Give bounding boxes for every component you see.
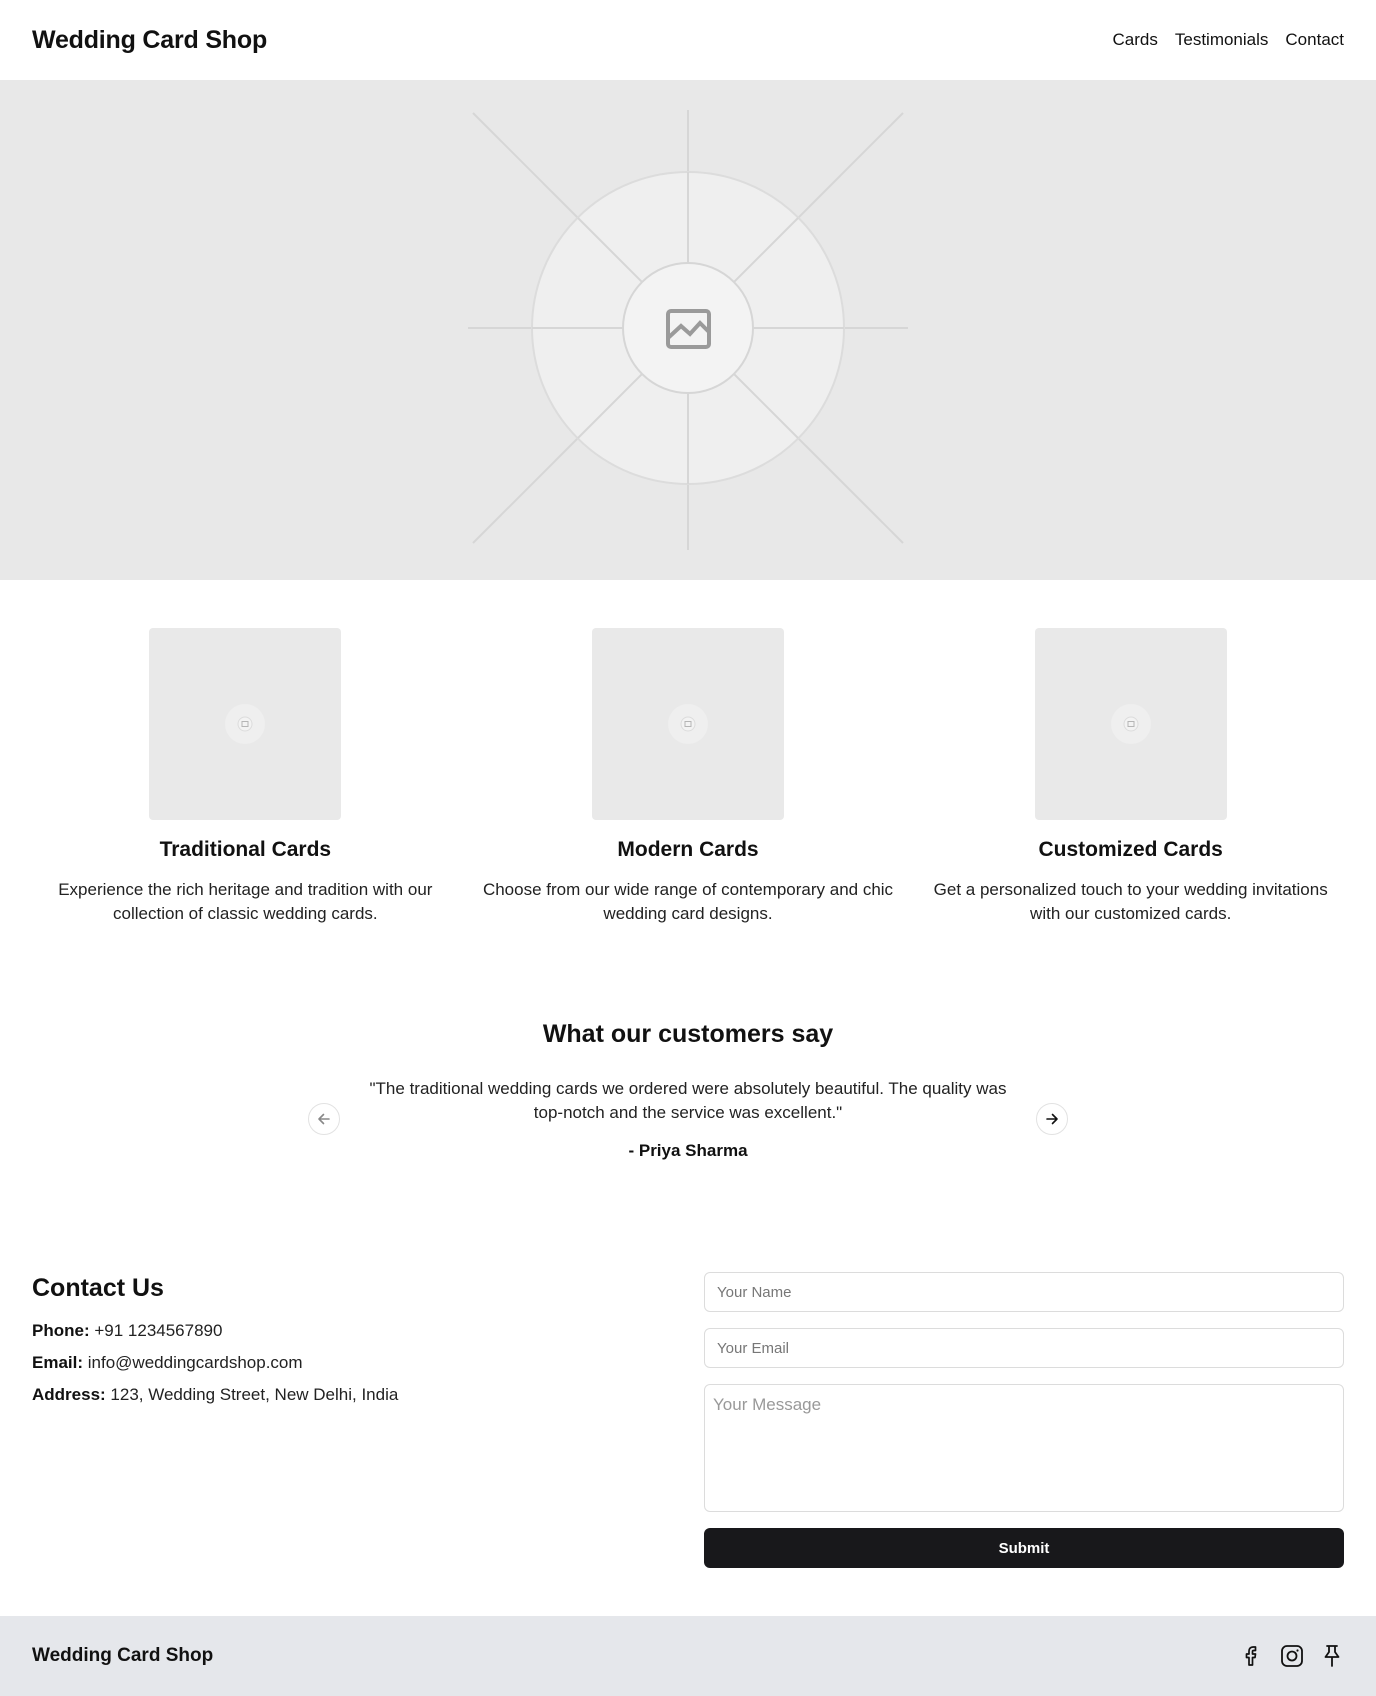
testimonial-author: - Priya Sharma [628, 1141, 748, 1160]
card-modern[interactable]: Modern Cards Choose from our wide range … [467, 628, 910, 926]
contact-address: Address: 123, Wedding Street, New Delhi,… [32, 1385, 652, 1404]
card-image-placeholder [1034, 628, 1227, 820]
main-nav: Cards Testimonials Contact [1113, 30, 1345, 50]
carousel-prev-button[interactable] [308, 1103, 340, 1135]
image-icon [1110, 704, 1151, 744]
testimonials-title: What our customers say [542, 1020, 834, 1048]
nav-link-contact[interactable]: Contact [1285, 30, 1344, 50]
email-value: info@weddingcardshop.com [87, 1353, 303, 1372]
contact-email: Email: info@weddingcardshop.com [32, 1353, 652, 1372]
testimonial-quote: "The traditional wedding cards we ordere… [369, 1079, 1007, 1122]
arrow-right-icon [1046, 1113, 1058, 1125]
pin-icon[interactable] [1320, 1644, 1344, 1668]
instagram-icon[interactable] [1280, 1644, 1304, 1668]
phone-value: +91 1234567890 [94, 1321, 223, 1340]
arrow-left-icon [318, 1113, 330, 1125]
message-textarea[interactable] [704, 1384, 1344, 1512]
card-image-placeholder [592, 628, 784, 820]
site-footer: Wedding Card Shop [0, 1616, 1376, 1696]
card-customized[interactable]: Customized Cards Get a personalized touc… [909, 628, 1352, 926]
contact-info: Contact Us Phone: +91 1234567890 Email: … [32, 1272, 652, 1568]
image-icon [225, 704, 266, 744]
card-categories: Traditional Cards Experience the rich he… [24, 628, 1352, 926]
contact-form: Submit [704, 1272, 1344, 1568]
card-title: Modern Cards [617, 838, 759, 861]
social-links [1240, 1644, 1344, 1668]
card-title: Customized Cards [1038, 838, 1223, 861]
brand-logo[interactable]: Wedding Card Shop [32, 26, 267, 55]
testimonial-carousel: "The traditional wedding cards we ordere… [308, 1077, 1068, 1161]
card-traditional[interactable]: Traditional Cards Experience the rich he… [24, 628, 467, 926]
image-icon [668, 704, 708, 744]
testimonials-section: What our customers say "The traditional … [0, 1020, 1376, 1161]
contact-section: Contact Us Phone: +91 1234567890 Email: … [32, 1272, 1344, 1568]
footer-brand: Wedding Card Shop [32, 1645, 214, 1666]
site-header: Wedding Card Shop Cards Testimonials Con… [0, 0, 1376, 80]
address-label: Address: [32, 1385, 106, 1404]
email-input[interactable] [704, 1328, 1344, 1368]
facebook-icon[interactable] [1240, 1644, 1264, 1668]
email-label: Email: [32, 1353, 84, 1372]
card-description: Choose from our wide range of contempora… [482, 880, 894, 923]
hero-image-placeholder [0, 80, 1376, 580]
card-image-placeholder [149, 628, 342, 820]
card-title: Traditional Cards [159, 838, 332, 861]
nav-link-testimonials[interactable]: Testimonials [1175, 30, 1269, 50]
carousel-next-button[interactable] [1036, 1103, 1068, 1135]
hero-placeholder-graphic [468, 110, 908, 550]
contact-phone: Phone: +91 1234567890 [32, 1321, 652, 1340]
phone-label: Phone: [32, 1321, 90, 1340]
card-description: Experience the rich heritage and traditi… [58, 880, 433, 923]
submit-button[interactable]: Submit [704, 1528, 1344, 1568]
card-description: Get a personalized touch to your wedding… [933, 880, 1328, 923]
name-input[interactable] [704, 1272, 1344, 1312]
nav-link-cards[interactable]: Cards [1113, 30, 1158, 50]
contact-title: Contact Us [32, 1274, 164, 1302]
address-value: 123, Wedding Street, New Delhi, India [110, 1385, 399, 1404]
